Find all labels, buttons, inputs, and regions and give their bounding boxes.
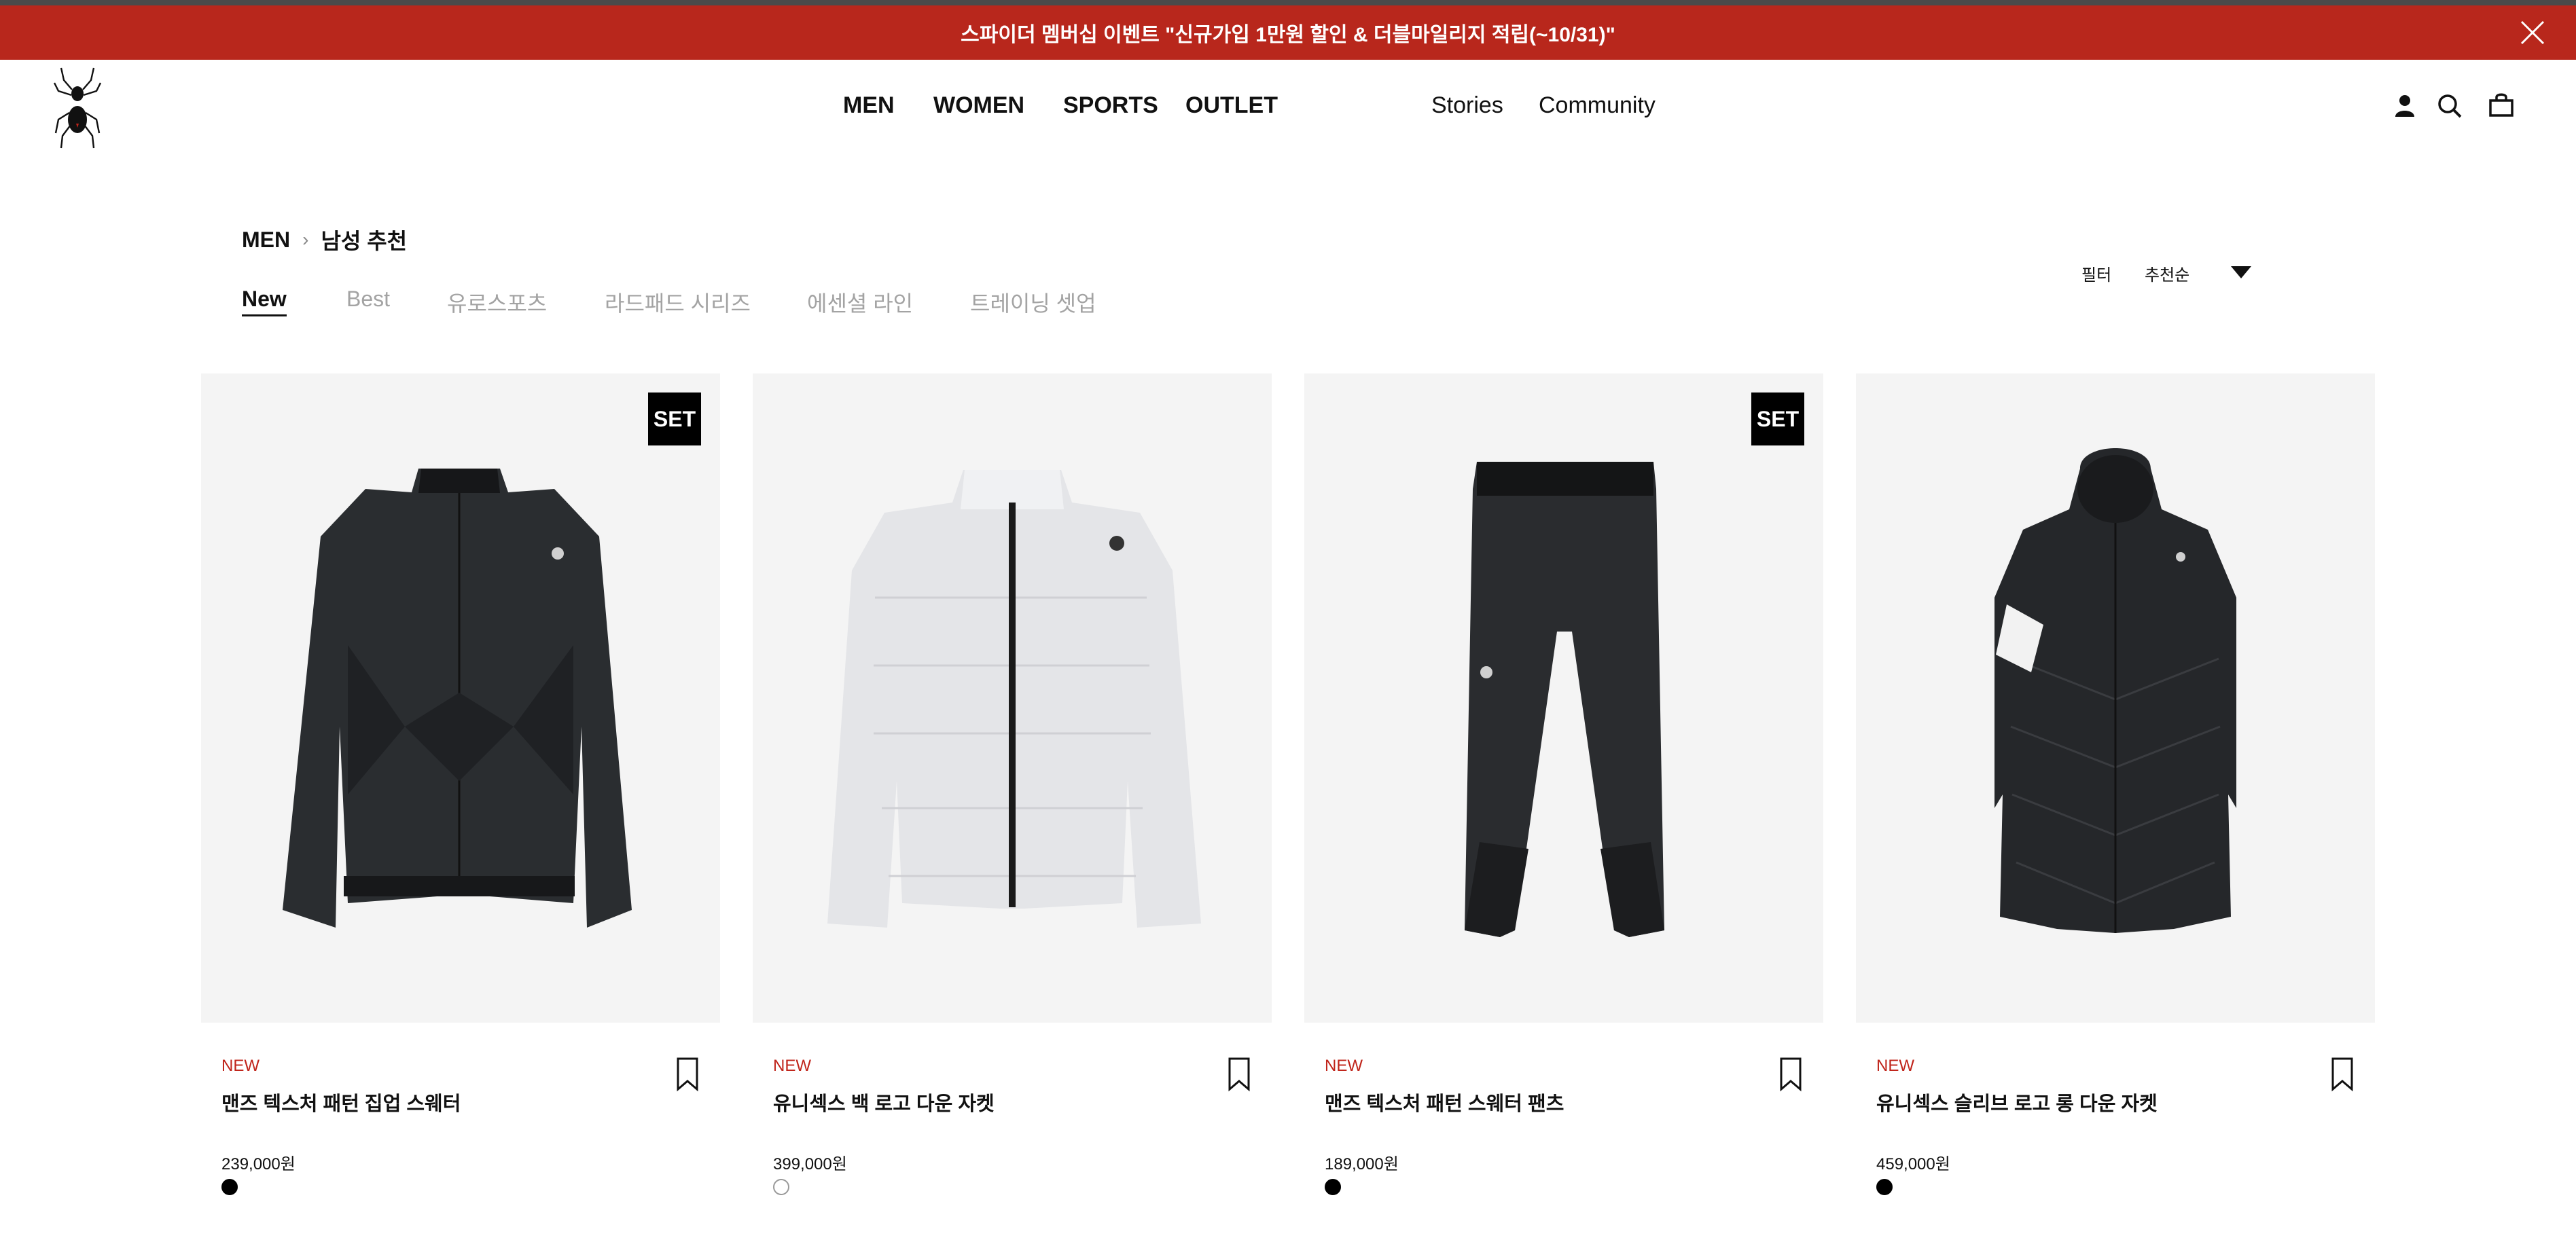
product-image[interactable]	[1856, 373, 2375, 1023]
nav-stories[interactable]: Stories	[1431, 92, 1503, 119]
color-swatch-black[interactable]	[1876, 1179, 1893, 1195]
nav-outlet[interactable]: OUTLET	[1185, 92, 1278, 119]
tab-training-setup[interactable]: 트레이닝 셋업	[970, 287, 1096, 318]
tab-eurosport[interactable]: 유로스포츠	[447, 287, 547, 318]
chevron-right-icon: ›	[302, 229, 309, 250]
new-badge: NEW	[1325, 1057, 1363, 1075]
breadcrumb-root[interactable]: MEN	[242, 227, 290, 253]
product-card[interactable]: SET NEW 맨즈 텍스처 패턴 집업 스웨터 239,000원	[201, 373, 720, 1256]
product-name[interactable]: 유니섹스 슬리브 로고 롱 다운 자켓	[1876, 1088, 2158, 1116]
color-swatch-black[interactable]	[1325, 1179, 1341, 1195]
promo-banner[interactable]: 스파이더 멤버십 이벤트 "신규가입 1만원 할인 & 더블마일리지 적립(~1…	[0, 5, 2576, 60]
product-name[interactable]: 맨즈 텍스처 패턴 스웨터 팬츠	[1325, 1088, 1564, 1116]
long-down-jacket-image	[1994, 448, 2236, 933]
product-card[interactable]: NEW 유니섹스 백 로고 다운 자켓 399,000원	[753, 373, 1272, 1256]
color-swatch-black[interactable]	[221, 1179, 238, 1195]
user-icon[interactable]	[2390, 91, 2420, 121]
cart-icon[interactable]	[2486, 91, 2516, 121]
product-name[interactable]: 맨즈 텍스처 패턴 집업 스웨터	[221, 1088, 461, 1116]
product-card[interactable]: NEW 유니섹스 슬리브 로고 롱 다운 자켓 459,000원	[1856, 373, 2375, 1256]
product-image[interactable]	[753, 373, 1272, 1023]
chevron-down-icon[interactable]	[2230, 265, 2253, 280]
tab-essential-line[interactable]: 에센셜 라인	[807, 287, 913, 318]
bookmark-icon[interactable]	[2330, 1057, 2355, 1092]
nav-women[interactable]: WOMEN	[933, 92, 1024, 119]
product-price: 459,000원	[1876, 1155, 1950, 1173]
bookmark-icon[interactable]	[675, 1057, 700, 1092]
nav-sports[interactable]: SPORTS	[1063, 92, 1158, 119]
nav-community[interactable]: Community	[1539, 92, 1656, 119]
site-header: MEN WOMEN SPORTS OUTLET Stories Communit…	[0, 60, 2576, 155]
product-price: 189,000원	[1325, 1155, 1399, 1173]
tab-radpad-series[interactable]: 라드패드 시리즈	[605, 287, 751, 318]
top-border	[0, 0, 2576, 5]
breadcrumb-current: 남성 추천	[321, 229, 408, 253]
set-badge: SET	[1751, 393, 1804, 445]
tab-new[interactable]: New	[242, 287, 287, 316]
nav-men[interactable]: MEN	[843, 92, 895, 119]
new-badge: NEW	[773, 1057, 811, 1075]
close-icon[interactable]	[2519, 19, 2546, 46]
spider-logo[interactable]	[53, 65, 102, 149]
product-image[interactable]	[201, 373, 720, 1023]
color-swatch-white[interactable]	[773, 1179, 789, 1195]
filter-button[interactable]: 필터	[2081, 261, 2111, 285]
bookmark-icon[interactable]	[1778, 1057, 1803, 1092]
product-image[interactable]	[1304, 373, 1823, 1023]
product-price: 239,000원	[221, 1155, 296, 1173]
search-icon[interactable]	[2435, 91, 2465, 121]
sort-select[interactable]: 추천순	[2145, 261, 2189, 285]
new-badge: NEW	[1876, 1057, 1914, 1075]
product-card[interactable]: SET NEW 맨즈 텍스처 패턴 스웨터 팬츠 189,000원	[1304, 373, 1823, 1256]
promo-text: 스파이더 멤버십 이벤트 "신규가입 1만원 할인 & 더블마일리지 적립(~1…	[961, 24, 1615, 46]
bookmark-icon[interactable]	[1227, 1057, 1251, 1092]
set-badge: SET	[648, 393, 701, 445]
product-name[interactable]: 유니섹스 백 로고 다운 자켓	[773, 1088, 995, 1116]
breadcrumb: MEN › 남성 추천	[242, 224, 407, 255]
new-badge: NEW	[221, 1057, 260, 1075]
zip-sweater-image	[283, 469, 632, 928]
sweater-pants-image	[1465, 462, 1664, 937]
tab-best[interactable]: Best	[346, 287, 390, 312]
product-price: 399,000원	[773, 1155, 847, 1173]
down-jacket-image	[827, 470, 1201, 928]
